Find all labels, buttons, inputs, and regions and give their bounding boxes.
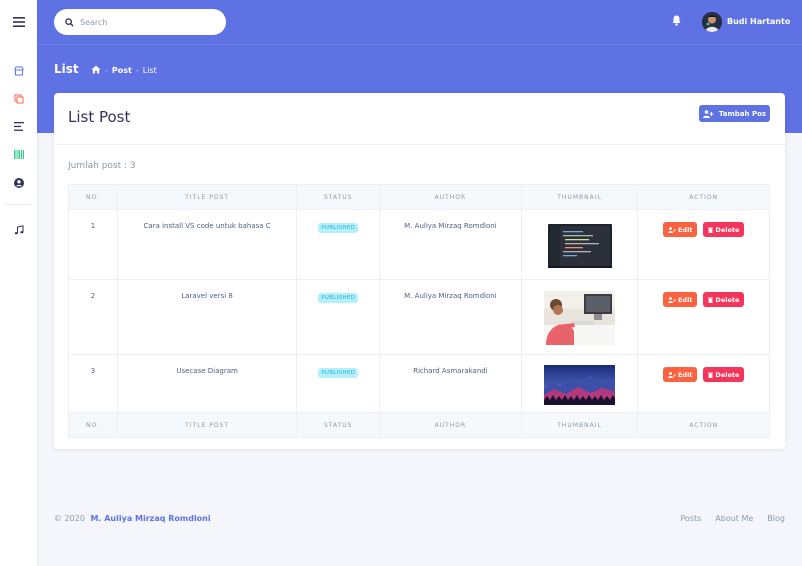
- column-header-title: TITLE POST: [117, 185, 298, 209]
- user-edit-icon: [667, 296, 676, 303]
- music-note-icon[interactable]: [10, 221, 27, 238]
- column-footer-status: STATUS: [297, 413, 381, 437]
- row-author: Richard Asmarakandi: [380, 355, 522, 412]
- edit-button[interactable]: Edit: [662, 367, 698, 382]
- person-at-desk-thumbnail: [544, 291, 616, 345]
- thumbnail-cell: [522, 355, 639, 412]
- card-title: List Post: [68, 108, 131, 126]
- table-row: 3 Usecase Diagram PUBLISHED Richard Asma…: [69, 355, 769, 413]
- column-footer-thumbnail: THUMBNAIL: [521, 413, 639, 437]
- row-title: Cara install VS code untuk bahasa C: [118, 210, 298, 279]
- thumbnail-cell: [522, 210, 639, 279]
- code-editor-thumbnail: [547, 224, 612, 268]
- footer-author-link[interactable]: M. Auliya Mirzaq Romdloni: [90, 514, 210, 523]
- footer-links: Posts About Me Blog: [680, 514, 785, 523]
- user-edit-icon: [667, 226, 676, 233]
- status-badge: PUBLISHED: [318, 293, 359, 303]
- post-table: NO. TITLE POST STATUS AUTHOR THUMBNAIL A…: [68, 184, 770, 438]
- home-icon[interactable]: [91, 65, 101, 76]
- status-cell: PUBLISHED: [297, 355, 381, 412]
- mountain-landscape-thumbnail: [544, 365, 616, 405]
- breadcrumb-item-post[interactable]: Post: [112, 66, 132, 75]
- status-badge: PUBLISHED: [318, 223, 359, 233]
- row-no: 2: [69, 280, 118, 354]
- footer-link-about-me[interactable]: About Me: [715, 514, 753, 523]
- delete-label: Delete: [715, 295, 740, 304]
- page-title: List: [54, 62, 79, 76]
- post-list-card: List Post Tambah Pos Jumlah post : 3 NO.…: [54, 93, 785, 449]
- card-header: List Post Tambah Pos: [54, 93, 785, 145]
- copyright-year: © 2020: [54, 514, 85, 523]
- edit-button[interactable]: Edit: [662, 292, 698, 307]
- delete-button[interactable]: Delete: [703, 222, 745, 237]
- user-plus-icon: [702, 109, 714, 118]
- sidebar: [0, 0, 37, 566]
- copy-icon[interactable]: [10, 90, 27, 107]
- delete-button[interactable]: Delete: [703, 367, 745, 382]
- shop-icon[interactable]: [10, 62, 27, 79]
- footer-copyright: © 2020 M. Auliya Mirzaq Romdloni: [54, 514, 211, 523]
- trash-icon: [708, 227, 714, 233]
- column-header-status: STATUS: [297, 185, 381, 209]
- footer-link-posts[interactable]: Posts: [680, 514, 701, 523]
- avatar[interactable]: [702, 12, 722, 32]
- post-count: Jumlah post : 3: [68, 161, 136, 171]
- column-header-author: AUTHOR: [380, 185, 522, 209]
- barcode-icon[interactable]: [10, 146, 27, 163]
- column-footer-author: AUTHOR: [380, 413, 522, 437]
- row-no: 1: [69, 210, 118, 279]
- action-cell: Edit Delete: [638, 355, 769, 412]
- column-header-no: NO.: [69, 185, 118, 209]
- user-circle-icon[interactable]: [10, 174, 27, 191]
- breadcrumb: - Post - List: [91, 65, 157, 76]
- status-cell: PUBLISHED: [297, 210, 381, 279]
- status-cell: PUBLISHED: [297, 280, 381, 354]
- column-footer-no: NO.: [69, 413, 118, 437]
- bell-icon[interactable]: [672, 15, 681, 28]
- header-divider: [37, 44, 802, 45]
- action-cell: Edit Delete: [638, 280, 769, 354]
- add-post-button[interactable]: Tambah Pos: [699, 105, 770, 122]
- thumbnail-cell: [522, 280, 639, 354]
- sidebar-divider: [6, 204, 31, 205]
- row-no: 3: [69, 355, 118, 412]
- edit-label: Edit: [677, 225, 693, 234]
- edit-label: Edit: [677, 295, 693, 304]
- user-edit-icon: [667, 371, 676, 378]
- row-title: Usecase Diagram: [118, 355, 298, 412]
- table-footer-row: NO. TITLE POST STATUS AUTHOR THUMBNAIL A…: [69, 413, 769, 437]
- column-header-action: ACTION: [638, 185, 769, 209]
- trash-icon: [708, 297, 714, 303]
- row-title: Laravel versi 8: [118, 280, 298, 354]
- footer-link-blog[interactable]: Blog: [767, 514, 785, 523]
- breadcrumb-separator: -: [105, 66, 108, 75]
- action-cell: Edit Delete: [638, 210, 769, 279]
- trash-icon: [708, 372, 714, 378]
- search-icon: [65, 17, 74, 27]
- search-box[interactable]: [54, 9, 226, 35]
- user-name[interactable]: Budi Hartanto: [727, 17, 790, 26]
- delete-button[interactable]: Delete: [703, 292, 745, 307]
- delete-label: Delete: [715, 225, 740, 234]
- edit-button[interactable]: Edit: [662, 222, 698, 237]
- breadcrumb-item-list: List: [142, 66, 157, 75]
- table-header-row: NO. TITLE POST STATUS AUTHOR THUMBNAIL A…: [69, 185, 769, 210]
- row-author: M. Auliya Mirzaq Romdloni: [380, 210, 522, 279]
- status-badge: PUBLISHED: [318, 368, 359, 378]
- align-left-icon[interactable]: [10, 118, 27, 135]
- column-footer-action: ACTION: [638, 413, 769, 437]
- column-footer-title: TITLE POST: [117, 413, 298, 437]
- row-author: M. Auliya Mirzaq Romdloni: [380, 280, 522, 354]
- add-post-label: Tambah Pos: [718, 109, 767, 118]
- breadcrumb-separator: -: [135, 66, 139, 75]
- table-row: 2 Laravel versi 8 PUBLISHED M. Auliya Mi…: [69, 280, 769, 355]
- table-row: 1 Cara install VS code untuk bahasa C PU…: [69, 210, 769, 280]
- search-input[interactable]: [80, 17, 220, 27]
- column-header-thumbnail: THUMBNAIL: [521, 185, 639, 209]
- edit-label: Edit: [677, 370, 693, 379]
- hamburger-menu-icon[interactable]: [10, 13, 27, 30]
- delete-label: Delete: [715, 370, 740, 379]
